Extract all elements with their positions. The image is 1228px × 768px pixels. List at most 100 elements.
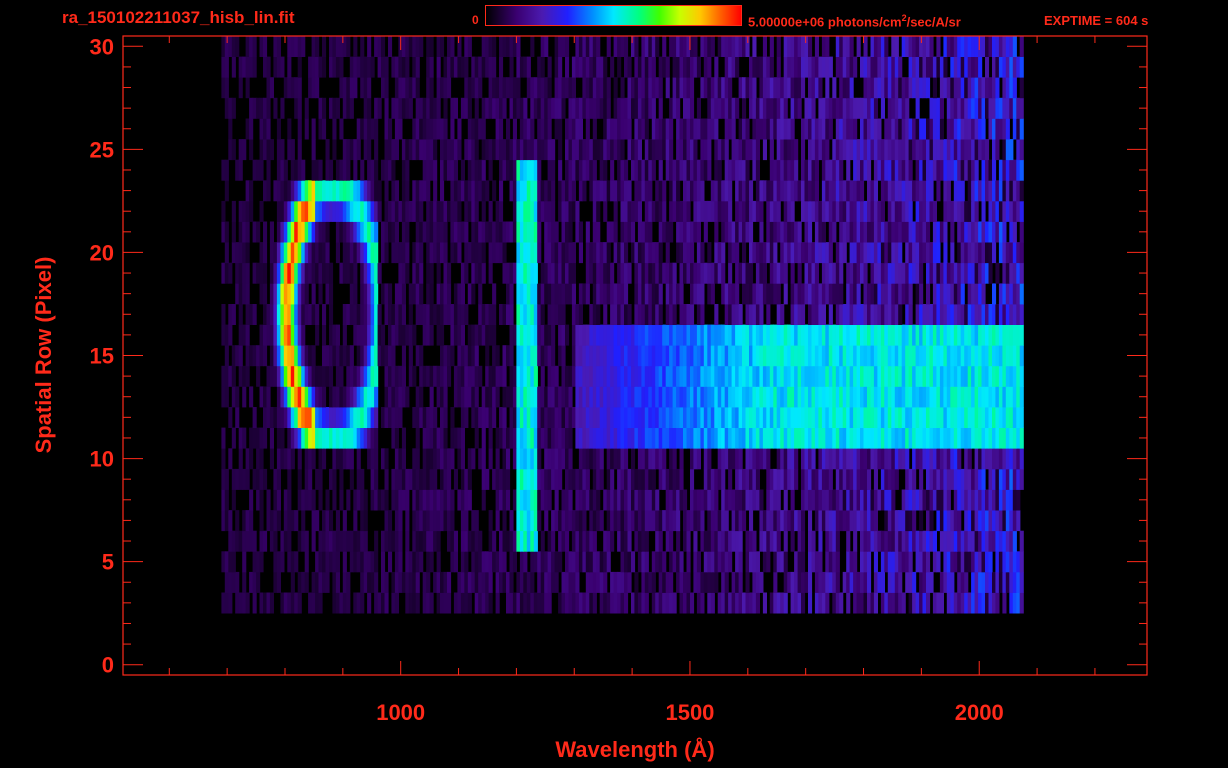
heatmap-cell xyxy=(710,77,715,99)
heatmap-cell xyxy=(356,139,361,161)
heatmap-cell xyxy=(742,365,747,387)
heatmap-cell xyxy=(731,448,736,470)
heatmap-cell xyxy=(294,345,299,367)
heatmap-cell xyxy=(873,407,878,428)
heatmap-cell xyxy=(648,304,653,325)
heatmap-cell xyxy=(457,365,462,387)
heatmap-cell xyxy=(249,530,254,552)
heatmap-cell xyxy=(932,283,937,305)
heatmap-cell xyxy=(266,180,271,202)
heatmap-cell xyxy=(669,283,674,305)
heatmap-cell xyxy=(887,283,892,305)
heatmap-cell xyxy=(860,530,865,552)
heatmap-cell xyxy=(974,530,979,552)
heatmap-cell xyxy=(297,283,302,305)
heatmap-cell xyxy=(408,97,413,119)
heatmap-cell xyxy=(429,56,434,78)
heatmap-cell xyxy=(342,386,347,408)
heatmap-cell xyxy=(436,262,441,284)
heatmap-cell xyxy=(755,242,760,264)
heatmap-cell xyxy=(1009,551,1014,573)
heatmap-cell xyxy=(318,386,323,408)
heatmap-cell xyxy=(422,571,427,593)
heatmap-cell xyxy=(249,180,254,202)
heatmap-cell xyxy=(710,571,715,593)
heatmap-cell xyxy=(571,551,576,573)
heatmap-cell xyxy=(492,304,497,325)
heatmap-cell xyxy=(318,180,323,202)
heatmap-cell xyxy=(901,97,906,119)
heatmap-cell xyxy=(804,118,809,140)
heatmap-cell xyxy=(342,221,347,243)
heatmap-cell xyxy=(860,324,865,346)
heatmap-cell xyxy=(294,77,299,99)
heatmap-cell xyxy=(575,468,580,490)
heatmap-cell xyxy=(627,510,632,532)
heatmap-cell xyxy=(988,118,993,140)
heatmap-cell xyxy=(696,510,701,532)
heatmap-cell xyxy=(766,407,771,428)
heatmap-cell xyxy=(592,118,597,140)
heatmap-cell xyxy=(578,365,583,387)
heatmap-cell xyxy=(259,139,264,161)
heatmap-cell xyxy=(263,56,268,78)
heatmap-cell xyxy=(370,427,375,449)
heatmap-cell xyxy=(547,468,552,490)
heatmap-cell xyxy=(797,262,802,284)
heatmap-cell xyxy=(745,180,750,202)
heatmap-cell xyxy=(381,242,386,264)
heatmap-cell xyxy=(731,489,736,511)
heatmap-cell xyxy=(419,118,424,140)
heatmap-cell xyxy=(603,427,608,449)
heatmap-cell xyxy=(998,407,1003,428)
heatmap-cell xyxy=(478,365,483,387)
heatmap-cell xyxy=(634,489,639,511)
heatmap-cell xyxy=(919,262,924,284)
heatmap-cell xyxy=(457,324,462,346)
heatmap-cell xyxy=(957,200,962,222)
heatmap-cell xyxy=(964,242,969,264)
heatmap-cell xyxy=(335,242,340,264)
heatmap-cell xyxy=(224,77,229,99)
heatmap-cell xyxy=(523,427,528,449)
heatmap-cell xyxy=(669,304,674,325)
heatmap-cell xyxy=(1012,159,1017,181)
heatmap-cell xyxy=(537,139,542,161)
heatmap-cell xyxy=(873,365,878,387)
heatmap-cell xyxy=(1009,386,1014,408)
heatmap-cell xyxy=(575,159,580,181)
heatmap-cell xyxy=(901,448,906,470)
heatmap-cell xyxy=(801,592,806,614)
heatmap-cell xyxy=(964,262,969,284)
heatmap-cell xyxy=(801,468,806,490)
heatmap-cell xyxy=(453,324,458,346)
heatmap-cell xyxy=(731,283,736,305)
heatmap-cell xyxy=(318,97,323,119)
heatmap-cell xyxy=(499,407,504,428)
heatmap-cell xyxy=(346,489,351,511)
heatmap-cell xyxy=(901,77,906,99)
heatmap-cell xyxy=(825,489,830,511)
heatmap-cell xyxy=(693,139,698,161)
heatmap-cell xyxy=(825,139,830,161)
heatmap-cell xyxy=(877,200,882,222)
heatmap-cell xyxy=(1005,118,1010,140)
heatmap-cell xyxy=(686,365,691,387)
heatmap-cell xyxy=(235,592,240,614)
heatmap-cell xyxy=(349,365,354,387)
heatmap-cell xyxy=(273,365,278,387)
heatmap-cell xyxy=(745,283,750,305)
heatmap-cell xyxy=(946,365,951,387)
heatmap-cell xyxy=(783,427,788,449)
heatmap-cell xyxy=(478,242,483,264)
heatmap-cell xyxy=(995,365,1000,387)
heatmap-cell xyxy=(696,365,701,387)
heatmap-cell xyxy=(620,592,625,614)
heatmap-cell xyxy=(735,324,740,346)
heatmap-cell xyxy=(655,324,660,346)
heatmap-cell xyxy=(676,510,681,532)
heatmap-cell xyxy=(974,345,979,367)
heatmap-cell xyxy=(384,304,389,325)
heatmap-cell xyxy=(717,592,722,614)
heatmap-cell xyxy=(867,200,872,222)
